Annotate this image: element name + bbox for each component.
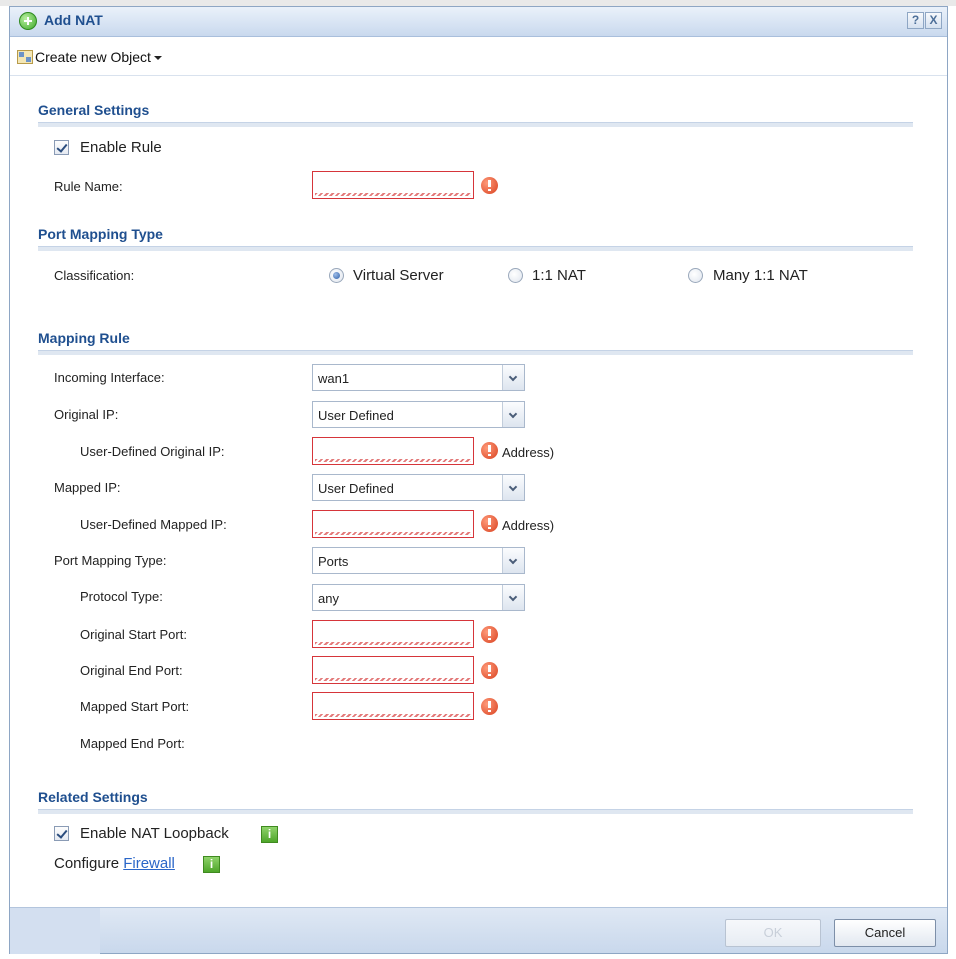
dialog-title: Add NAT xyxy=(44,12,103,28)
general-settings-title: General Settings xyxy=(38,102,150,118)
original-end-port-input[interactable] xyxy=(312,656,474,684)
port-mapping-type-select[interactable]: Ports xyxy=(312,547,525,574)
help-button[interactable]: ? xyxy=(907,12,924,29)
mapping-rule-title: Mapping Rule xyxy=(38,330,130,346)
enable-rule-checkbox[interactable] xyxy=(54,140,69,155)
enable-nat-loopback-checkbox[interactable] xyxy=(54,826,69,841)
original-ip-label: Original IP: xyxy=(54,407,119,422)
mapped-start-port-input[interactable] xyxy=(312,692,474,720)
add-icon xyxy=(19,12,37,30)
user-defined-original-ip-label: User-Defined Original IP: xyxy=(80,444,225,459)
error-icon xyxy=(481,177,498,194)
cancel-button[interactable]: Cancel xyxy=(834,919,936,947)
incoming-interface-value: wan1 xyxy=(318,371,350,386)
enable-nat-loopback-label: Enable NAT Loopback xyxy=(80,825,229,842)
dialog-titlebar: Add NAT ? X xyxy=(10,7,947,37)
many-one-to-one-nat-label: Many 1:1 NAT xyxy=(713,267,808,284)
chevron-down-icon xyxy=(502,475,524,500)
port-mapping-type-title: Port Mapping Type xyxy=(38,226,163,242)
virtual-server-label: Virtual Server xyxy=(353,267,444,284)
create-new-object-label: Create new Object xyxy=(35,49,151,65)
original-start-port-label: Original Start Port: xyxy=(80,627,187,642)
enable-rule-label: Enable Rule xyxy=(80,139,162,156)
error-icon xyxy=(481,442,498,459)
section-divider xyxy=(38,122,913,127)
classification-label: Classification: xyxy=(54,268,135,283)
rule-name-label: Rule Name: xyxy=(54,179,123,194)
protocol-type-label: Protocol Type: xyxy=(80,589,163,604)
original-ip-select[interactable]: User Defined xyxy=(312,401,525,428)
footer-left-panel xyxy=(10,908,100,954)
object-icon xyxy=(17,50,33,64)
related-settings-title: Related Settings xyxy=(38,789,148,805)
original-start-port-input[interactable] xyxy=(312,620,474,648)
port-mapping-type-value: Ports xyxy=(318,554,349,569)
configure-text: Configure xyxy=(54,855,120,872)
radio-many-one-to-one-nat[interactable] xyxy=(688,268,703,283)
radio-one-to-one-nat[interactable] xyxy=(508,268,523,283)
caret-down-icon xyxy=(153,56,162,61)
rule-name-input[interactable] xyxy=(312,171,474,199)
user-defined-original-ip-input[interactable] xyxy=(312,437,474,465)
dialog-content: General Settings Enable Rule Rule Name: … xyxy=(10,77,947,907)
user-defined-mapped-ip-label: User-Defined Mapped IP: xyxy=(80,517,227,532)
firewall-link[interactable]: Firewall xyxy=(123,855,175,872)
one-to-one-nat-label: 1:1 NAT xyxy=(532,267,586,284)
mapped-ip-value: User Defined xyxy=(318,481,394,496)
original-end-port-label: Original End Port: xyxy=(80,663,183,678)
mapped-ip-suffix: Address) xyxy=(502,518,555,533)
chevron-down-icon xyxy=(502,585,524,610)
info-icon[interactable]: i xyxy=(203,856,220,873)
error-icon xyxy=(481,626,498,643)
configure-label: Configure Firewall xyxy=(54,855,175,872)
user-defined-mapped-ip-input[interactable] xyxy=(312,510,474,538)
chevron-down-icon xyxy=(502,548,524,573)
info-icon[interactable]: i xyxy=(261,826,278,843)
section-divider xyxy=(38,350,913,355)
mapped-start-port-label: Mapped Start Port: xyxy=(80,699,190,714)
ok-button[interactable]: OK xyxy=(725,919,821,947)
protocol-type-value: any xyxy=(318,591,339,606)
dialog-footer: OK Cancel xyxy=(10,907,947,954)
add-nat-dialog: Add NAT ? X Create new Object General Se… xyxy=(9,6,948,954)
mapped-end-port-label: Mapped End Port: xyxy=(80,736,185,751)
mapped-ip-label: Mapped IP: xyxy=(54,480,121,495)
incoming-interface-label: Incoming Interface: xyxy=(54,370,165,385)
close-button[interactable]: X xyxy=(925,12,942,29)
error-icon xyxy=(481,515,498,532)
section-divider xyxy=(38,246,913,251)
chevron-down-icon xyxy=(502,365,524,390)
dialog-toolbar: Create new Object xyxy=(10,38,947,76)
protocol-type-select[interactable]: any xyxy=(312,584,525,611)
create-new-object-menu[interactable]: Create new Object xyxy=(35,49,162,65)
radio-virtual-server[interactable] xyxy=(329,268,344,283)
error-icon xyxy=(481,662,498,679)
incoming-interface-select[interactable]: wan1 xyxy=(312,364,525,391)
section-divider xyxy=(38,809,913,814)
port-mapping-type-label: Port Mapping Type: xyxy=(54,553,167,568)
error-icon xyxy=(481,698,498,715)
original-ip-suffix: Address) xyxy=(502,445,555,460)
original-ip-value: User Defined xyxy=(318,408,394,423)
mapped-ip-select[interactable]: User Defined xyxy=(312,474,525,501)
chevron-down-icon xyxy=(502,402,524,427)
